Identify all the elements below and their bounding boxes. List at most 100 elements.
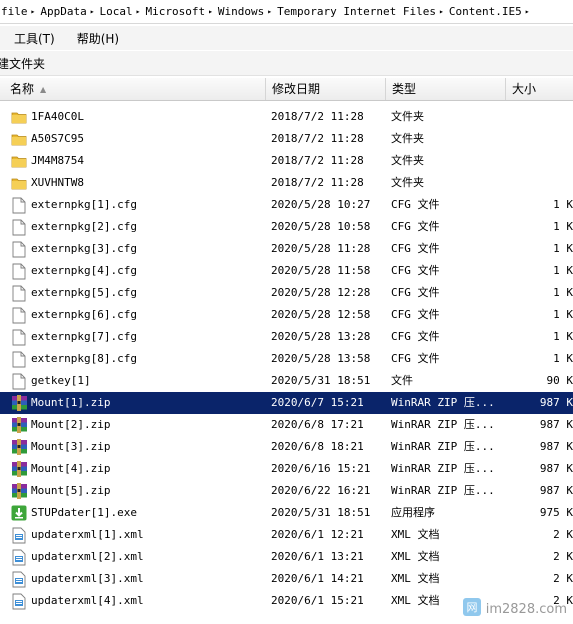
document-icon bbox=[10, 260, 28, 282]
file-row[interactable]: externpkg[3].cfg 2020/5/28 11:28 CFG 文件 1 K bbox=[0, 238, 573, 260]
file-size bbox=[506, 106, 573, 128]
document-icon bbox=[10, 194, 28, 216]
folder-icon bbox=[10, 106, 28, 128]
xml-document-icon bbox=[10, 546, 28, 568]
file-size: 987 K bbox=[539, 418, 573, 431]
document-icon bbox=[10, 370, 28, 392]
document-icon bbox=[10, 304, 28, 326]
file-row[interactable]: Mount[2].zip 2020/6/8 17:21 WinRAR ZIP 压..… bbox=[0, 414, 573, 436]
file-row[interactable]: XUVHNTW8 2018/7/2 11:28 文件夹 bbox=[0, 172, 573, 194]
file-row[interactable]: externpkg[6].cfg 2020/5/28 12:58 CFG 文件 1 K bbox=[0, 304, 573, 326]
document-icon bbox=[10, 238, 28, 260]
file-size: 2 K bbox=[553, 572, 573, 585]
file-type: 应用程序 bbox=[391, 506, 435, 519]
installer-icon bbox=[10, 502, 28, 524]
file-name: 1FA40C0L bbox=[31, 110, 84, 123]
file-row[interactable]: Mount[5].zip 2020/6/22 16:21 WinRAR ZIP 压.… bbox=[0, 480, 573, 502]
breadcrumb-label: file bbox=[1, 5, 28, 18]
file-row[interactable]: Mount[3].zip 2020/6/8 18:21 WinRAR ZIP 压..… bbox=[0, 436, 573, 458]
file-name: Mount[5].zip bbox=[31, 484, 111, 497]
file-size: 987 K bbox=[539, 396, 573, 409]
menu-help[interactable]: 帮助(H) bbox=[77, 30, 119, 47]
file-row[interactable]: Mount[4].zip 2020/6/16 15:21 WinRAR ZIP 压.… bbox=[0, 458, 573, 480]
column-date[interactable]: 修改日期 bbox=[266, 78, 386, 100]
file-date: 2020/5/28 13:28 bbox=[271, 330, 371, 343]
file-date: 2020/6/22 16:21 bbox=[271, 484, 371, 497]
svg-text:网: 网 bbox=[466, 601, 477, 614]
file-size: 987 K bbox=[539, 440, 573, 453]
file-row[interactable]: A50S7C95 2018/7/2 11:28 文件夹 bbox=[0, 128, 573, 150]
file-row[interactable]: Mount[1].zip 2020/6/7 15:21 WinRAR ZIP 压..… bbox=[0, 392, 573, 414]
file-size: 1 K bbox=[553, 242, 573, 255]
file-size: 975 K bbox=[539, 506, 573, 519]
file-row[interactable]: externpkg[8].cfg 2020/5/28 13:58 CFG 文件 1 K bbox=[0, 348, 573, 370]
file-name: externpkg[4].cfg bbox=[31, 264, 137, 277]
file-date: 2020/5/31 18:51 bbox=[271, 374, 371, 387]
breadcrumb-label: Local bbox=[99, 5, 133, 18]
file-size: 1 K bbox=[553, 264, 573, 277]
file-size: 1 K bbox=[553, 198, 573, 211]
breadcrumb-item[interactable]: Windows ▸ bbox=[216, 5, 276, 18]
file-type: 文件夹 bbox=[391, 110, 424, 123]
file-row[interactable]: externpkg[1].cfg 2020/5/28 10:27 CFG 文件 1 K bbox=[0, 194, 573, 216]
document-icon bbox=[10, 326, 28, 348]
xml-document-icon bbox=[10, 590, 28, 612]
new-folder-button[interactable]: 建文件夹 bbox=[0, 55, 45, 72]
file-date: 2020/6/16 15:21 bbox=[271, 462, 371, 475]
file-size bbox=[506, 128, 573, 150]
file-name: externpkg[1].cfg bbox=[31, 198, 137, 211]
address-bar[interactable]: file ▸ AppData ▸ Local ▸ Microsoft ▸ Windows ▸ Tem… bbox=[0, 0, 573, 24]
file-date: 2020/6/1 13:21 bbox=[271, 550, 364, 563]
file-type: WinRAR ZIP 压... bbox=[391, 418, 495, 431]
file-type: WinRAR ZIP 压... bbox=[391, 396, 495, 409]
column-size-label: 大小 bbox=[512, 82, 537, 96]
sort-ascending-icon: ▲ bbox=[40, 85, 47, 94]
column-type[interactable]: 类型 bbox=[386, 78, 506, 100]
file-row[interactable]: externpkg[2].cfg 2020/5/28 10:58 CFG 文件 1 K bbox=[0, 216, 573, 238]
winrar-archive-icon bbox=[10, 458, 28, 480]
file-type: 文件夹 bbox=[391, 154, 424, 167]
column-header: 名称 ▲ 修改日期 类型 大小 bbox=[0, 78, 573, 101]
file-date: 2020/5/28 12:58 bbox=[271, 308, 371, 321]
file-type: CFG 文件 bbox=[391, 308, 440, 321]
file-row[interactable]: externpkg[5].cfg 2020/5/28 12:28 CFG 文件 1 K bbox=[0, 282, 573, 304]
file-size: 1 K bbox=[553, 220, 573, 233]
chevron-right-icon[interactable]: ▸ bbox=[524, 7, 534, 16]
breadcrumb-item[interactable]: Content.IE5 ▸ bbox=[447, 5, 534, 18]
file-type: WinRAR ZIP 压... bbox=[391, 462, 495, 475]
column-name-label: 名称 bbox=[10, 82, 35, 96]
document-icon bbox=[10, 216, 28, 238]
file-row[interactable]: JM4M8754 2018/7/2 11:28 文件夹 bbox=[0, 150, 573, 172]
column-name[interactable]: 名称 ▲ bbox=[0, 78, 266, 100]
file-type: CFG 文件 bbox=[391, 220, 440, 233]
file-date: 2020/5/28 11:28 bbox=[271, 242, 371, 255]
file-row[interactable]: updaterxml[2].xml 2020/6/1 13:21 XML 文档 2 K bbox=[0, 546, 573, 568]
file-size: 1 K bbox=[553, 330, 573, 343]
file-row[interactable]: updaterxml[3].xml 2020/6/1 14:21 XML 文档 2 K bbox=[0, 568, 573, 590]
file-date: 2018/7/2 11:28 bbox=[271, 132, 364, 145]
column-size[interactable]: 大小 bbox=[506, 78, 573, 100]
file-name: externpkg[7].cfg bbox=[31, 330, 137, 343]
file-row[interactable]: STUPdater[1].exe 2020/5/31 18:51 应用程序 975 K bbox=[0, 502, 573, 524]
watermark-logo-icon: 网 bbox=[462, 597, 482, 621]
breadcrumb-item[interactable]: Local ▸ bbox=[98, 5, 145, 18]
menu-tools[interactable]: 工具(T) bbox=[14, 30, 55, 47]
file-row[interactable]: getkey[1] 2020/5/31 18:51 文件 90 K bbox=[0, 370, 573, 392]
file-type: 文件夹 bbox=[391, 176, 424, 189]
breadcrumb-item[interactable]: Temporary Internet Files ▸ bbox=[275, 5, 448, 18]
file-date: 2018/7/2 11:28 bbox=[271, 176, 364, 189]
menu-bar: 工具(T) 帮助(H) bbox=[0, 26, 573, 50]
breadcrumb-item[interactable]: file ▸ bbox=[0, 5, 39, 18]
file-row[interactable]: 1FA40C0L 2018/7/2 11:28 文件夹 bbox=[0, 106, 573, 128]
breadcrumb-item[interactable]: AppData ▸ bbox=[38, 5, 98, 18]
breadcrumb-label: Microsoft bbox=[145, 5, 206, 18]
file-type: CFG 文件 bbox=[391, 352, 440, 365]
file-name: Mount[4].zip bbox=[31, 462, 111, 475]
file-row[interactable]: updaterxml[1].xml 2020/6/1 12:21 XML 文档 2 K bbox=[0, 524, 573, 546]
file-name: updaterxml[3].xml bbox=[31, 572, 144, 585]
file-name: externpkg[2].cfg bbox=[31, 220, 137, 233]
file-row[interactable]: externpkg[7].cfg 2020/5/28 13:28 CFG 文件 1 K bbox=[0, 326, 573, 348]
file-row[interactable]: externpkg[4].cfg 2020/5/28 11:58 CFG 文件 1 K bbox=[0, 260, 573, 282]
file-date: 2020/5/28 12:28 bbox=[271, 286, 371, 299]
breadcrumb-item[interactable]: Microsoft ▸ bbox=[143, 5, 216, 18]
